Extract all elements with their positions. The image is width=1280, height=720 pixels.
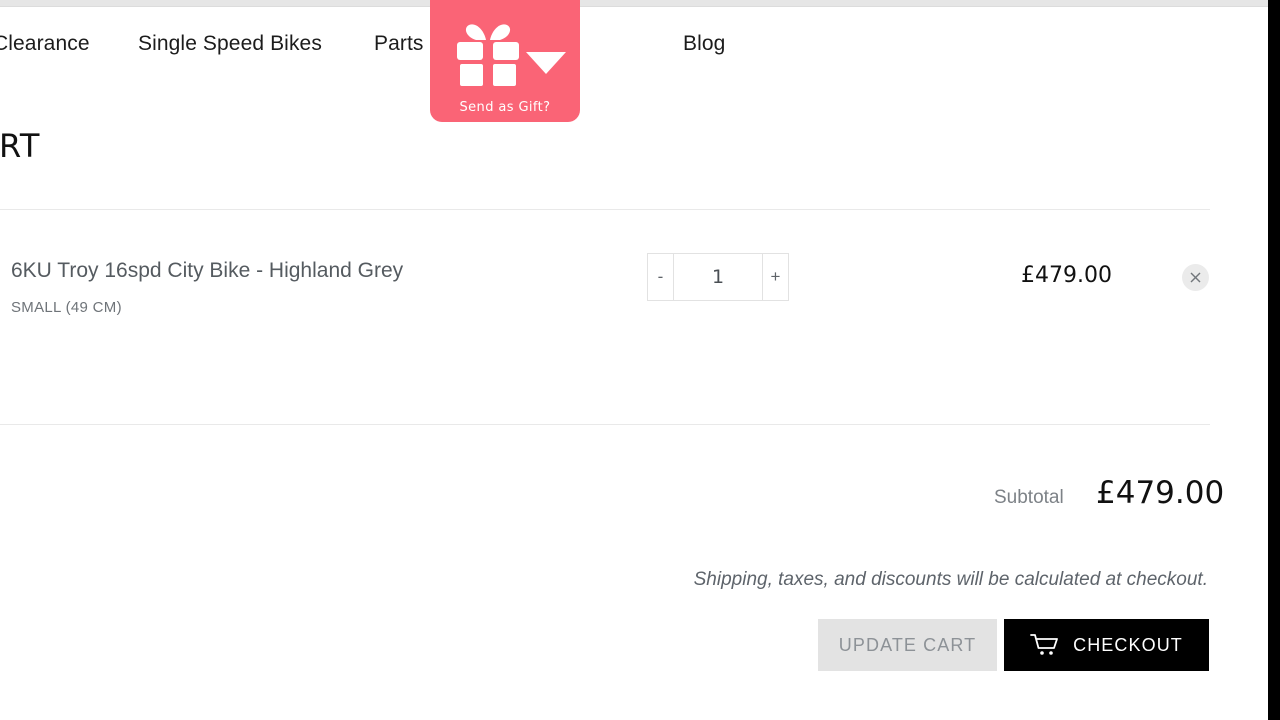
gift-widget-label: Send as Gift? bbox=[459, 100, 551, 115]
nav-label: Single Speed Bikes bbox=[138, 32, 322, 55]
top-browser-band bbox=[0, 0, 1268, 7]
nav-item-single-speed-bikes[interactable]: Single Speed Bikes bbox=[138, 31, 322, 57]
subtotal-label: Subtotal bbox=[994, 487, 1064, 508]
nav-label: Parts bbox=[374, 32, 424, 55]
subtotal-value: £479.00 bbox=[1096, 475, 1225, 511]
checkout-button[interactable]: CHECKOUT bbox=[1004, 619, 1209, 671]
nav-label: Blog bbox=[683, 32, 726, 55]
checkout-button-label: CHECKOUT bbox=[1073, 634, 1183, 655]
quantity-increase-button[interactable]: + bbox=[762, 254, 788, 300]
remove-item-button[interactable] bbox=[1182, 264, 1209, 291]
nav-label: Clearance bbox=[0, 32, 90, 55]
shopping-cart-icon bbox=[1030, 634, 1058, 655]
cart-table-top-divider bbox=[0, 209, 1210, 210]
main-navigation: Clearance Single Speed Bikes Parts ries⌄… bbox=[0, 8, 1268, 78]
cart-item-title[interactable]: 6KU Troy 16spd City Bike - Highland Grey bbox=[11, 258, 403, 284]
right-edge-strip bbox=[1268, 0, 1280, 720]
close-icon bbox=[1190, 272, 1201, 283]
page-title: RT bbox=[0, 127, 41, 165]
send-as-gift-widget[interactable]: Send as Gift? bbox=[430, 0, 580, 122]
cart-totals-divider bbox=[0, 424, 1210, 425]
update-cart-button[interactable]: UPDATE CART bbox=[818, 619, 997, 671]
shipping-note: Shipping, taxes, and discounts will be c… bbox=[693, 569, 1208, 590]
quantity-decrease-button[interactable]: - bbox=[648, 254, 674, 300]
gift-chevron-down-icon bbox=[526, 52, 566, 74]
nav-item-clearance[interactable]: Clearance bbox=[0, 31, 90, 57]
gift-icon bbox=[457, 24, 519, 86]
cart-page: Clearance Single Speed Bikes Parts ries⌄… bbox=[0, 0, 1280, 720]
nav-item-parts[interactable]: Parts bbox=[374, 31, 424, 57]
cart-item-variant: SMALL (49 CM) bbox=[11, 299, 122, 316]
nav-item-blog[interactable]: Blog bbox=[683, 31, 725, 57]
quantity-stepper: - 1 + bbox=[647, 253, 789, 301]
quantity-input[interactable]: 1 bbox=[674, 254, 762, 300]
cart-item-price: £479.00 bbox=[1021, 263, 1112, 288]
